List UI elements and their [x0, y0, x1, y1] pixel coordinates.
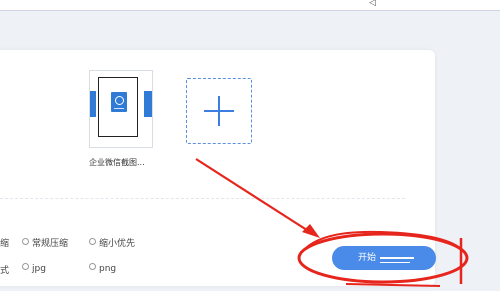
radio-icon	[22, 263, 29, 270]
thumbnail-left-strip	[90, 91, 96, 117]
radio-icon	[89, 238, 96, 245]
radio-label: jpg	[32, 264, 46, 274]
thumbnail-preview	[98, 77, 138, 137]
radio-format-jpg[interactable]: jpg	[22, 263, 46, 274]
scribble-mark-2	[380, 262, 410, 263]
document-icon	[111, 92, 127, 112]
radio-label: 缩小优先	[99, 239, 136, 249]
window-top-bar: ◁	[0, 0, 500, 11]
radio-format-png[interactable]: png	[89, 263, 116, 274]
start-button[interactable]: 开始	[332, 246, 436, 270]
plus-icon-vertical	[218, 96, 220, 126]
add-file-button[interactable]	[186, 78, 252, 144]
thumbnail-right-strip	[144, 91, 152, 117]
window-control-icon[interactable]: ◁	[369, 0, 381, 6]
radio-label: 常规压缩	[32, 239, 69, 249]
file-thumbnail[interactable]	[89, 70, 153, 148]
scribble-mark	[380, 257, 414, 259]
option-row1-partial: 缩	[0, 239, 10, 249]
radio-icon	[22, 238, 29, 245]
option-row2-partial: 式	[0, 266, 10, 276]
file-name-label: 企业微信截图...	[89, 158, 145, 167]
radio-icon	[89, 263, 96, 270]
radio-normal-compress[interactable]: 常规压缩	[22, 236, 68, 249]
start-button-label: 开始	[358, 253, 377, 263]
radio-small-first[interactable]: 缩小优先	[89, 236, 135, 249]
section-divider	[0, 198, 405, 199]
radio-label: png	[99, 264, 117, 274]
